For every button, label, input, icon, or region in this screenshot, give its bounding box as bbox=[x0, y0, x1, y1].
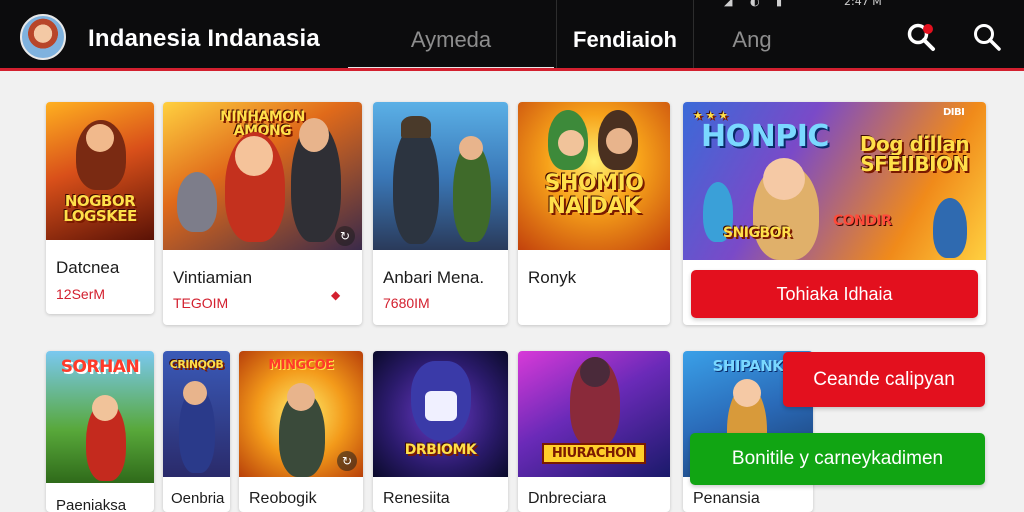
featured-art-subtitle: Dog dillan SFEIIBION bbox=[859, 132, 970, 176]
thumbnail-art-text: NOGBOR LOGSKEE bbox=[63, 192, 137, 225]
status-time: 2:47 M bbox=[844, 0, 882, 8]
tab-fendiaioh[interactable]: Fendiaioh bbox=[556, 0, 694, 70]
card-title: Penansia bbox=[693, 490, 760, 507]
featured-cta-button[interactable]: Tohiaka Idhaia bbox=[691, 270, 978, 318]
tab-aymeda[interactable]: Aymeda bbox=[348, 0, 554, 70]
featured-badge: DIBI bbox=[943, 107, 965, 118]
search-icon[interactable] bbox=[972, 22, 1002, 52]
card-title: Ronyk bbox=[528, 268, 577, 287]
card-title: Renesiita bbox=[383, 490, 450, 507]
card-subtitle: TEGOIM bbox=[173, 295, 229, 311]
refresh-icon[interactable]: ↻ bbox=[337, 451, 357, 471]
featured-thumbnail: ★ ★ ★ HONPIC Dog dillan SFEIIBION SNIGBO… bbox=[683, 102, 986, 260]
thumbnail-art-text: SHOMIO NAIDAK bbox=[544, 171, 644, 220]
game-card[interactable]: CRINQOB Oenbria bbox=[163, 351, 230, 512]
card-title: Dnbreciara bbox=[528, 490, 607, 507]
game-thumbnail: NINHAMON AMONG ↻ bbox=[163, 102, 362, 250]
tab-label: Ang bbox=[732, 27, 772, 52]
game-card[interactable]: DRBIOMK Renesiita bbox=[373, 351, 508, 512]
card-title: Anbari Mena. bbox=[383, 268, 485, 287]
game-thumbnail bbox=[373, 102, 508, 250]
game-card[interactable]: MINGCOE ↻ Reobogik bbox=[239, 351, 363, 512]
tab-ang[interactable]: Ang bbox=[696, 0, 808, 70]
thumbnail-art-text: SORHAN bbox=[60, 357, 140, 377]
refresh-icon[interactable]: ↻ bbox=[335, 226, 355, 246]
badge-search-icon[interactable] bbox=[906, 22, 936, 52]
card-subtitle: 7680IM bbox=[383, 295, 430, 311]
thumbnail-art-text: MINGCOE bbox=[268, 358, 334, 373]
game-card[interactable]: HIURACHON Dnbreciara bbox=[518, 351, 670, 512]
game-card[interactable]: NOGBOR LOGSKEE Datcnea 12SerM bbox=[46, 102, 154, 314]
game-card[interactable]: NINHAMON AMONG ↻ Vintiamian TEGOIM ◆ bbox=[163, 102, 362, 325]
card-title: Datcnea bbox=[56, 258, 120, 277]
tab-label: Fendiaioh bbox=[573, 27, 677, 52]
game-thumbnail: MINGCOE ↻ bbox=[239, 351, 363, 477]
game-thumbnail: HIURACHON bbox=[518, 351, 670, 477]
thumbnail-art-text: DRBIOMK bbox=[404, 442, 477, 458]
card-title: Paeniaksa bbox=[56, 497, 127, 512]
header-accent-line bbox=[0, 68, 1024, 71]
avatar[interactable] bbox=[20, 14, 66, 60]
game-card[interactable]: Anbari Mena. 7680IM bbox=[373, 102, 508, 325]
app-title: Indanesia Indanasia bbox=[88, 25, 320, 52]
tab-label: Aymeda bbox=[410, 27, 492, 52]
game-card[interactable]: SORHAN Paeniaksa bbox=[46, 351, 154, 512]
featured-art-title: HONPIC bbox=[701, 119, 829, 154]
game-thumbnail: DRBIOMK bbox=[373, 351, 508, 477]
create-button[interactable]: Ceande calipyan bbox=[783, 352, 985, 407]
card-title: Reobogik bbox=[249, 490, 317, 507]
featured-card[interactable]: ★ ★ ★ HONPIC Dog dillan SFEIIBION SNIGBO… bbox=[683, 102, 986, 325]
app-bar: ◢ ◐ ▮ 2:47 M Indanesia Indanasia Aymeda … bbox=[0, 0, 1024, 71]
thumbnail-art-text: HIURACHON bbox=[542, 443, 646, 464]
card-title: Oenbria bbox=[171, 490, 225, 507]
chevron-down-icon[interactable]: ◆ bbox=[331, 288, 340, 302]
thumbnail-art-text: CRINQOB bbox=[169, 358, 224, 371]
game-thumbnail: SORHAN bbox=[46, 351, 154, 483]
featured-art-label: SNIGBOR bbox=[723, 225, 792, 241]
card-title: Vintiamian bbox=[173, 268, 253, 287]
game-card[interactable]: SHOMIO NAIDAK Ronyk bbox=[518, 102, 670, 325]
game-thumbnail: NOGBOR LOGSKEE bbox=[46, 102, 154, 240]
game-thumbnail: CRINQOB bbox=[163, 351, 230, 477]
game-thumbnail: SHOMIO NAIDAK bbox=[518, 102, 670, 250]
card-subtitle: 12SerM bbox=[56, 286, 106, 302]
continue-button[interactable]: Bonitile y carneykadimen bbox=[690, 433, 985, 485]
featured-art-label: CONDIR bbox=[833, 213, 892, 229]
